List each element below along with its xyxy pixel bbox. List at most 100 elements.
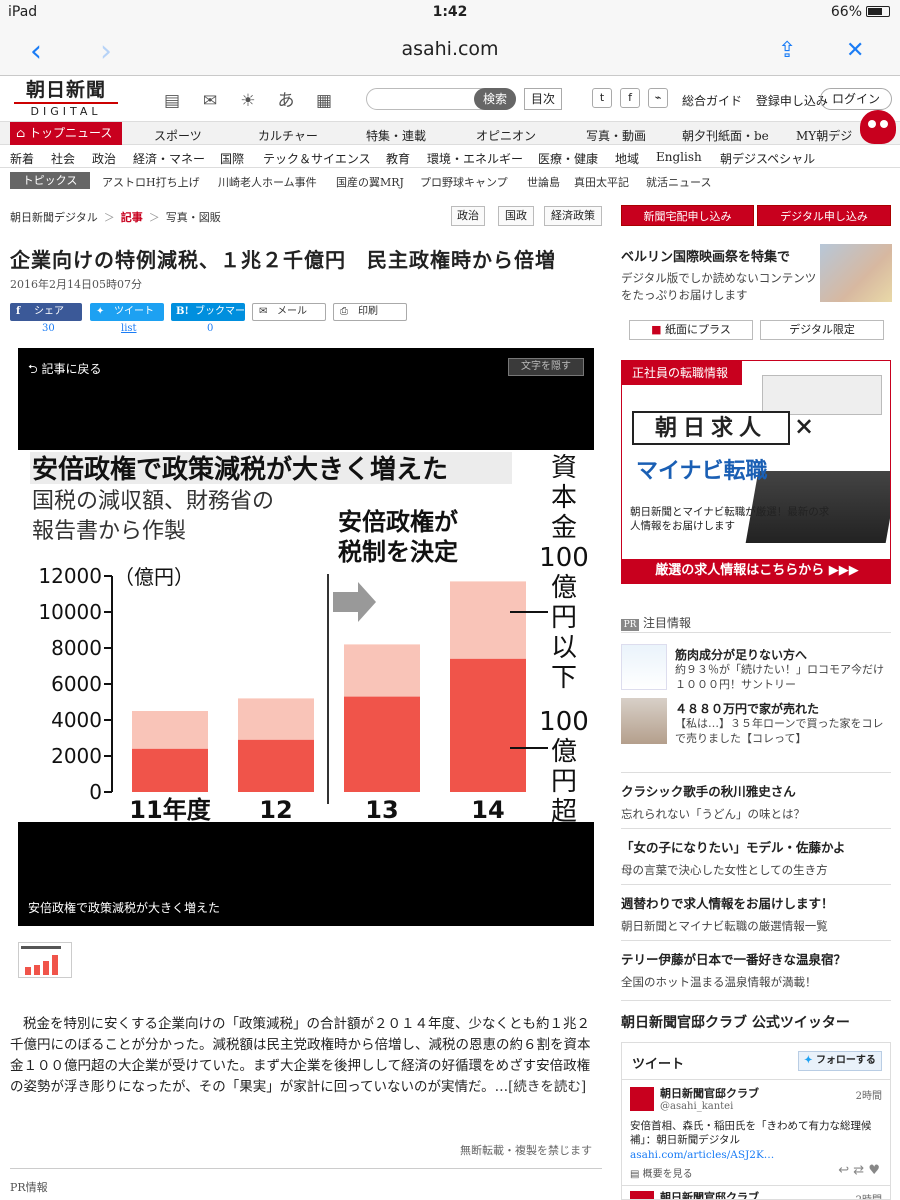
nav-item[interactable]: オピニオン bbox=[476, 127, 536, 144]
follow-button[interactable]: ✦ フォローする bbox=[798, 1051, 882, 1071]
grid-icon[interactable]: ▦ bbox=[312, 91, 336, 113]
promo-link[interactable]: 筋肉成分が足りない方へ bbox=[675, 646, 807, 663]
subnav-item[interactable]: 国際 bbox=[220, 150, 244, 167]
digital-subscribe-button[interactable]: デジタル申し込み bbox=[757, 205, 891, 226]
facebook-share-button[interactable]: f シェア bbox=[10, 303, 82, 321]
address-bar[interactable]: asahi.com bbox=[0, 38, 900, 60]
toc-button[interactable]: 目次 bbox=[524, 88, 562, 110]
twitter-icon[interactable]: t bbox=[592, 88, 612, 108]
nav-item[interactable]: 写真・動画 bbox=[586, 127, 646, 144]
promo-title[interactable]: ベルリン国際映画祭を特集で bbox=[621, 246, 790, 265]
subnav-item[interactable]: 新着 bbox=[10, 150, 34, 167]
share-icon[interactable]: ⇪ bbox=[778, 38, 796, 63]
subnav-item[interactable]: テック＆サイエンス bbox=[263, 150, 371, 167]
ad-cta[interactable]: 厳選の求人情報はこちらから ▶▶▶ bbox=[622, 559, 890, 583]
supplement-image[interactable] bbox=[621, 644, 667, 690]
avatar[interactable] bbox=[630, 1191, 654, 1199]
paper-plus-button[interactable]: ■ 紙面にプラス bbox=[629, 320, 753, 340]
tweet-time[interactable]: 2時間 bbox=[856, 1087, 882, 1102]
subnav-item[interactable]: 政治 bbox=[92, 150, 116, 167]
guide-link[interactable]: 総合ガイド bbox=[682, 94, 742, 108]
login-button[interactable]: ログイン bbox=[820, 88, 892, 110]
font-size-icon[interactable]: あ bbox=[274, 86, 298, 111]
nav-item[interactable]: カルチャー bbox=[258, 127, 318, 144]
subnav-item[interactable]: 医療・健康 bbox=[538, 150, 598, 167]
share-label: 印刷 bbox=[358, 306, 378, 317]
facebook-icon[interactable]: f bbox=[620, 88, 640, 108]
nav-top-news[interactable]: ⌂ トップニュース bbox=[10, 122, 122, 145]
job-ad-banner[interactable]: 正社員の転職情報 朝日求人 × マイナビ転職 朝日新聞とマイナビ転職が厳選！最新… bbox=[621, 360, 891, 584]
topic-link[interactable]: 真田太平記 bbox=[574, 174, 629, 190]
list-item[interactable]: テリー伊藤が日本で一番好きな温泉宿？ 全国のホット温まる温泉情報が満載！ bbox=[621, 940, 891, 990]
rss-icon[interactable]: ⌁ bbox=[648, 88, 668, 108]
tweet-author[interactable]: 朝日新聞官邸クラブ bbox=[660, 1085, 759, 1101]
battery-indicator: 66% bbox=[831, 4, 890, 20]
promo-link[interactable]: ４８８０万円で家が売れた bbox=[675, 700, 819, 717]
print-button[interactable]: ⎙ 印刷 bbox=[333, 303, 407, 321]
digital-limited-button[interactable]: デジタル限定 bbox=[760, 320, 884, 340]
share-count[interactable]: 30 bbox=[42, 323, 55, 334]
hatena-bookmark-button[interactable]: B! ブックマーク bbox=[171, 303, 245, 335]
share-count[interactable]: 0 bbox=[207, 323, 213, 334]
list-item[interactable]: 「女の子になりたい」モデル・佐藤かよ 母の言葉で決心した女性としての生き方 bbox=[621, 828, 891, 878]
subnav-item[interactable]: 環境・エネルギー bbox=[427, 150, 523, 167]
tweet-summary[interactable]: ▤ 概要を見る bbox=[630, 1165, 693, 1180]
register-link[interactable]: 登録申し込み bbox=[756, 94, 828, 108]
subnav-item[interactable]: 朝デジスペシャル bbox=[720, 150, 815, 167]
twitter-share-button[interactable]: ✦ ツイート bbox=[90, 303, 164, 321]
twitter-widget: ツイート ✦ フォローする 朝日新聞官邸クラブ @asahi_kantei 2時… bbox=[621, 1042, 891, 1200]
subnav-item[interactable]: 地域 bbox=[615, 150, 639, 167]
ticket-icon[interactable]: ✉ bbox=[198, 91, 222, 113]
tag-button[interactable]: 政治 bbox=[451, 206, 485, 226]
photo-thumbnail[interactable] bbox=[18, 942, 72, 978]
topic-link[interactable]: プロ野球キャンプ bbox=[420, 174, 508, 190]
breadcrumb-item[interactable]: 写真・図販 bbox=[166, 211, 221, 224]
topic-link[interactable]: 川崎老人ホーム事件 bbox=[218, 174, 317, 190]
back-to-article-link[interactable]: ⮌ 記事に戻る bbox=[28, 360, 101, 381]
ad-cross: × bbox=[794, 411, 815, 440]
mail-button[interactable]: ✉ メール bbox=[252, 303, 326, 321]
tweet-handle[interactable]: @asahi_kantei bbox=[660, 1101, 733, 1112]
nav-item[interactable]: MY朝デジ bbox=[796, 127, 852, 144]
retweet-icon[interactable]: ⇄ bbox=[853, 1163, 864, 1178]
share-count[interactable]: list bbox=[121, 323, 137, 334]
list-item-desc: 母の言葉で決心した女性としての生き方 bbox=[621, 863, 828, 877]
reply-icon[interactable]: ↩ bbox=[838, 1163, 849, 1178]
tag-button[interactable]: 経済政策 bbox=[544, 206, 602, 226]
nav-item[interactable]: スポーツ bbox=[154, 127, 202, 144]
subnav-item[interactable]: 経済・マネー bbox=[133, 150, 205, 167]
tag-button[interactable]: 国政 bbox=[498, 206, 534, 226]
list-item-title: クラシック歌手の秋川雅史さん bbox=[621, 784, 796, 799]
subnav-item[interactable]: 教育 bbox=[386, 150, 410, 167]
search-button[interactable]: 検索 bbox=[474, 88, 516, 110]
hide-text-button[interactable]: 文字を隠す bbox=[508, 358, 584, 376]
nav-item[interactable]: 朝夕刊紙面・be bbox=[682, 127, 769, 144]
tweet-link[interactable]: asahi.com/articles/ASJ2K… bbox=[630, 1149, 774, 1161]
list-item[interactable]: クラシック歌手の秋川雅史さん 忘れられない「うどん」の味とは？ bbox=[621, 772, 891, 822]
site-logo[interactable]: 朝日新聞 DIGITAL bbox=[14, 80, 118, 118]
subnav-item[interactable]: English bbox=[656, 150, 702, 164]
nav-item[interactable]: 特集・連載 bbox=[366, 127, 426, 144]
promo-desc[interactable]: デジタル版でしか読めないコンテンツをたっぷりお届けします bbox=[621, 270, 817, 304]
close-icon[interactable]: ✕ bbox=[846, 38, 864, 63]
topic-link[interactable]: 就活ニュース bbox=[646, 174, 711, 190]
like-icon[interactable]: ♥ bbox=[868, 1163, 880, 1178]
tweet-time[interactable]: 2時間 bbox=[856, 1191, 882, 1199]
avatar[interactable] bbox=[630, 1087, 654, 1111]
breadcrumb-item[interactable]: 記事 bbox=[121, 211, 143, 224]
tweet-author[interactable]: 朝日新聞官邸クラブ bbox=[660, 1189, 759, 1199]
person-photo[interactable] bbox=[621, 698, 667, 744]
read-more-link[interactable]: …[続きを読む] bbox=[495, 1079, 587, 1095]
mascot-icon[interactable] bbox=[860, 110, 896, 144]
list-item[interactable]: 週替わりで求人情報をお届けします！ 朝日新聞とマイナビ転職の厳選情報一覧 bbox=[621, 884, 891, 934]
newspaper-icon[interactable]: ▤ bbox=[160, 91, 184, 113]
topic-link[interactable]: 世論島 bbox=[527, 174, 560, 190]
subnav-item[interactable]: 社会 bbox=[51, 150, 75, 167]
newspaper-subscribe-button[interactable]: 新聞宅配申し込み bbox=[621, 205, 754, 226]
topic-link[interactable]: アストロH打ち上げ bbox=[102, 174, 200, 190]
chart-annotation: 安倍政権が bbox=[338, 508, 458, 536]
breadcrumb-item[interactable]: 朝日新聞デジタル bbox=[10, 211, 98, 224]
berlin-photo[interactable] bbox=[820, 244, 892, 302]
topic-link[interactable]: 国産の翼MRJ bbox=[336, 174, 404, 190]
weather-icon[interactable]: ☀ bbox=[236, 91, 260, 113]
